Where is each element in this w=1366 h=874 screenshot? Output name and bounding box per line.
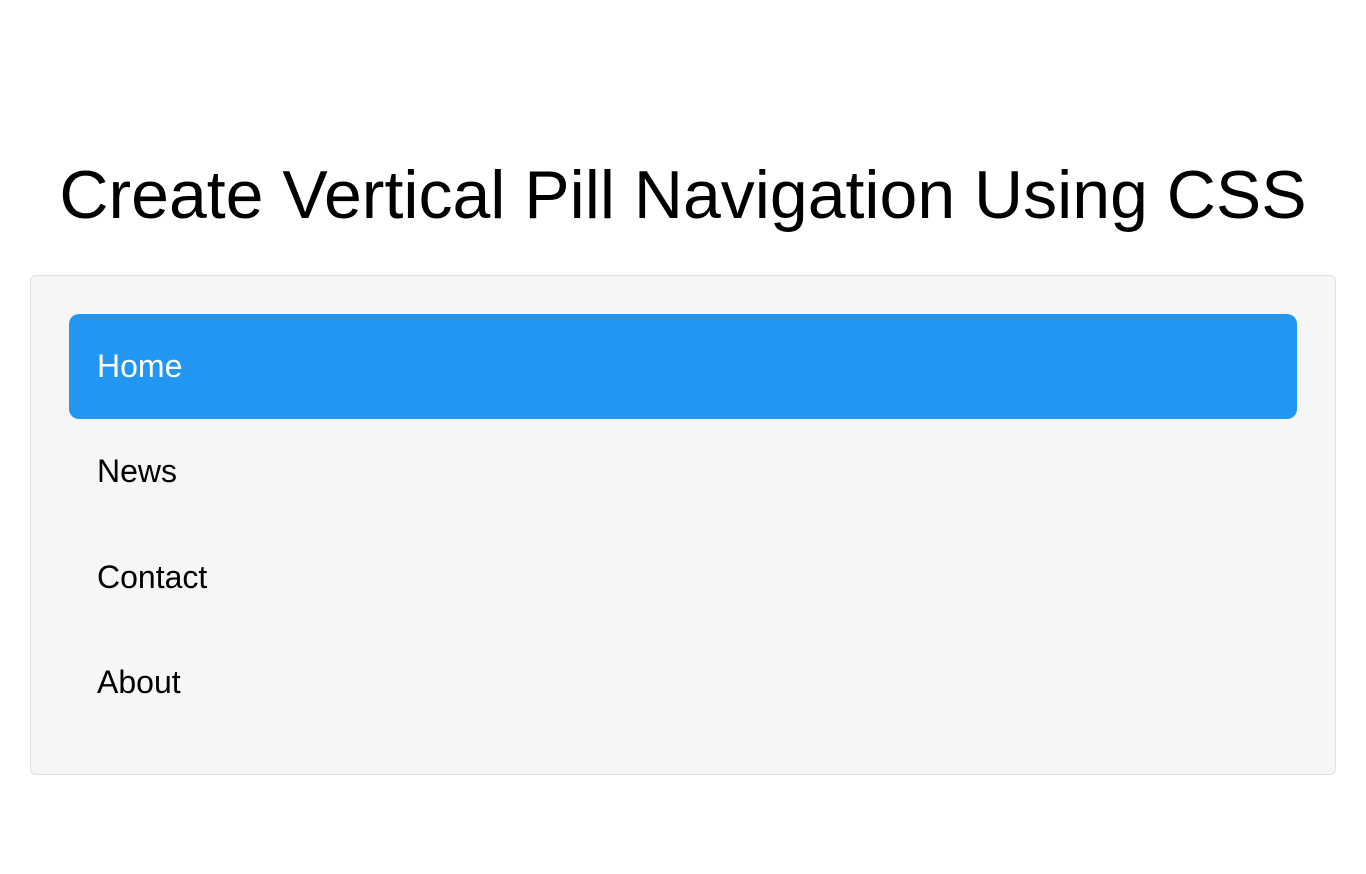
vertical-pill-nav: Home News Contact About [69,314,1297,736]
nav-item-contact[interactable]: Contact [69,525,1297,631]
nav-item-news[interactable]: News [69,419,1297,525]
nav-item-home[interactable]: Home [69,314,1297,420]
nav-item-about[interactable]: About [69,630,1297,736]
page-title: Create Vertical Pill Navigation Using CS… [30,155,1336,237]
nav-container: Home News Contact About [30,275,1336,775]
